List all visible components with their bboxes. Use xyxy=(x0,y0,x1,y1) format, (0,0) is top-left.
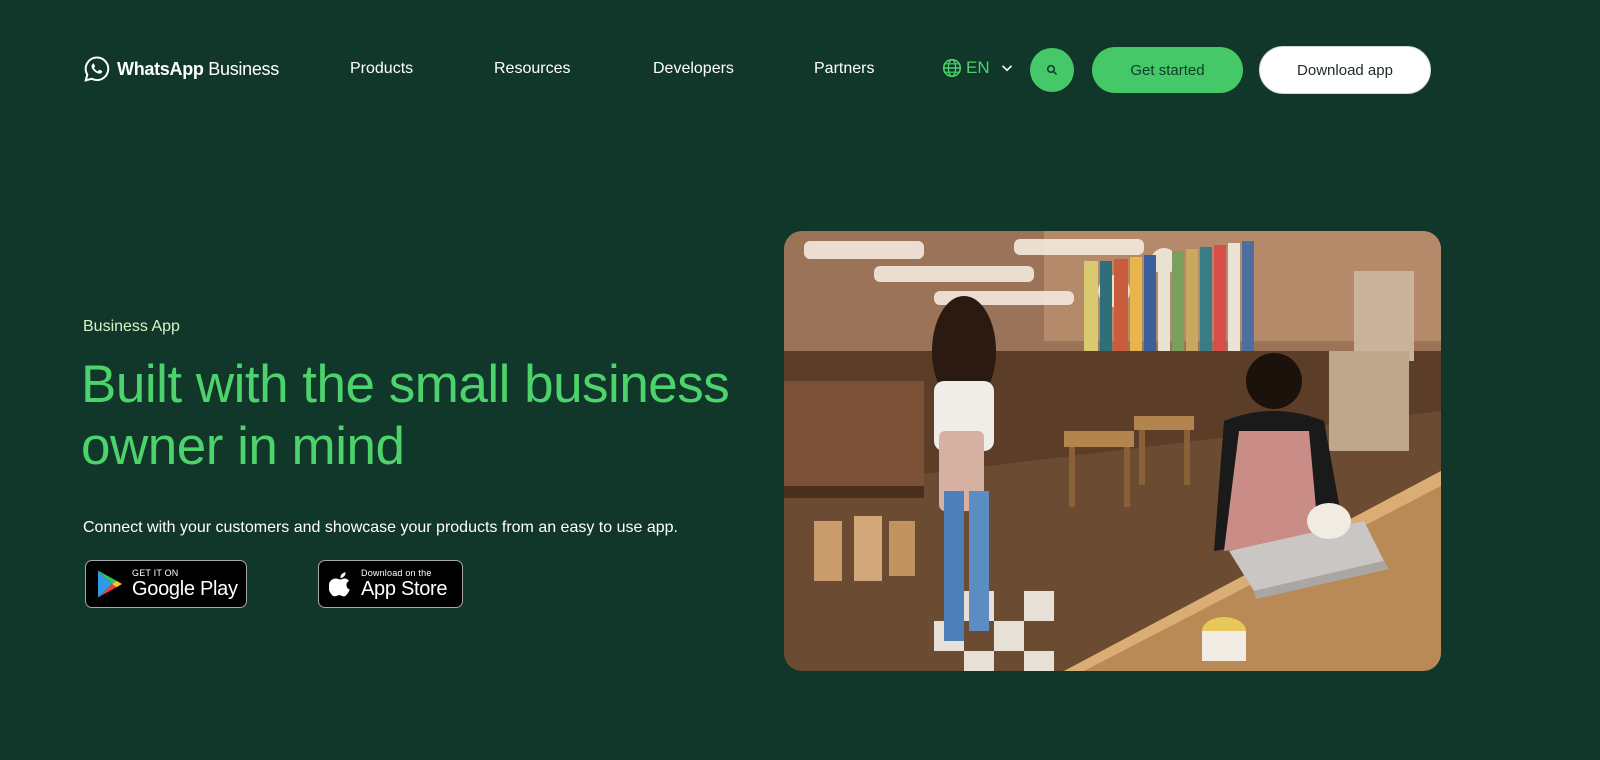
shop-photo xyxy=(784,231,1441,671)
nav-products[interactable]: Products xyxy=(350,60,413,78)
hero-eyebrow: Business App xyxy=(83,318,180,335)
nav-partners[interactable]: Partners xyxy=(814,60,874,78)
globe-icon xyxy=(942,58,962,78)
google-play-icon xyxy=(98,570,122,598)
app-store-badge[interactable]: Download on the App Store xyxy=(318,560,463,608)
search-button[interactable] xyxy=(1030,48,1074,92)
apple-icon xyxy=(329,572,350,597)
google-play-badge[interactable]: GET IT ON Google Play xyxy=(85,560,247,608)
nav-developers[interactable]: Developers xyxy=(653,60,734,78)
google-play-text: GET IT ON Google Play xyxy=(132,568,238,600)
app-store-small: Download on the xyxy=(361,568,432,578)
logo-brand: WhatsApp xyxy=(117,58,204,79)
get-started-button[interactable]: Get started xyxy=(1092,47,1243,93)
language-label: EN xyxy=(966,58,990,77)
hero-description: Connect with your customers and showcase… xyxy=(83,519,678,536)
google-play-small: GET IT ON xyxy=(132,568,179,578)
hero-photo xyxy=(784,231,1441,671)
logo-wordmark: WhatsApp Business xyxy=(117,59,279,80)
hero-headline: Built with the small business owner in m… xyxy=(81,355,730,476)
whatsapp-business-logo[interactable]: WhatsApp Business xyxy=(83,54,279,84)
nav-resources[interactable]: Resources xyxy=(494,60,570,78)
download-app-button[interactable]: Download app xyxy=(1259,46,1431,94)
search-icon xyxy=(1046,64,1058,76)
google-play-big: Google Play xyxy=(132,578,238,600)
chevron-down-icon xyxy=(1001,65,1012,72)
whatsapp-logo-icon xyxy=(84,56,110,82)
app-store-big: App Store xyxy=(361,578,448,600)
logo-suffix: Business xyxy=(203,58,279,79)
language-selector[interactable]: EN xyxy=(942,58,1014,78)
app-store-text: Download on the App Store xyxy=(361,568,448,600)
